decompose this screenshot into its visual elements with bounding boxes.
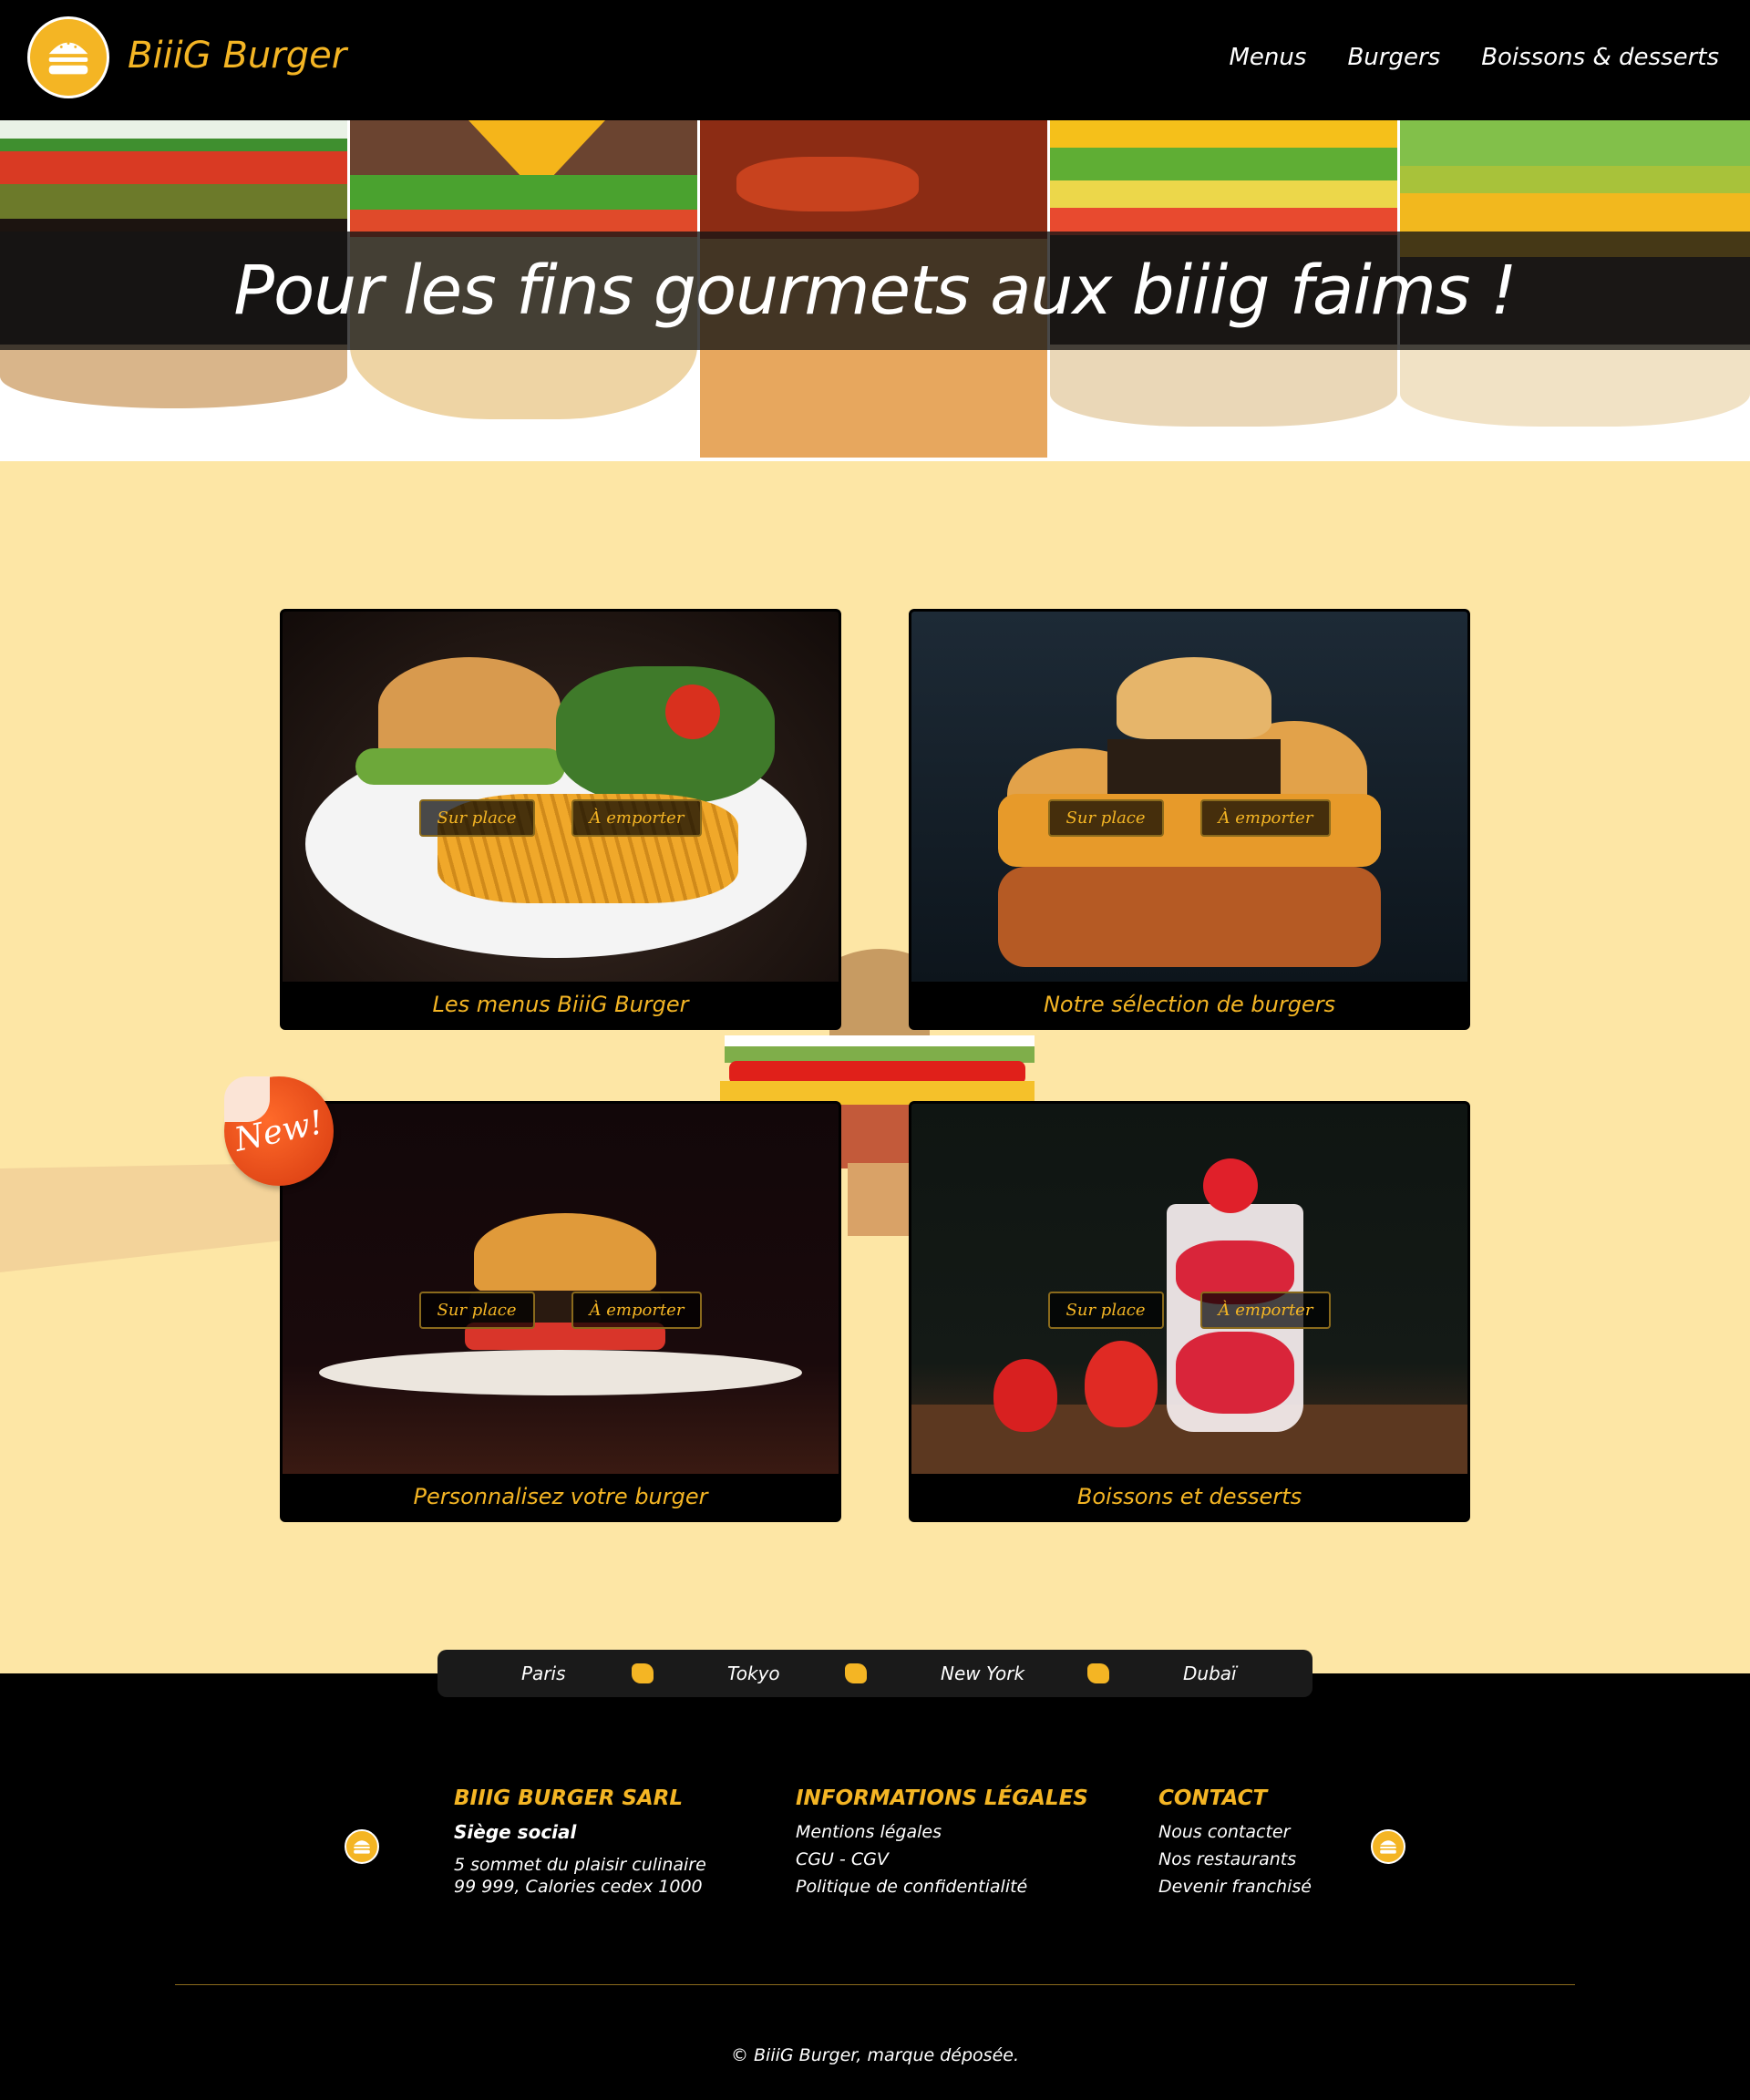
city-paris[interactable]: Paris <box>521 1662 566 1684</box>
desserts-a-emporter-button[interactable]: À emporter <box>1199 1292 1332 1329</box>
desserts-sur-place-button[interactable]: Sur place <box>1047 1292 1164 1329</box>
custom-actions: Sur place À emporter <box>283 1292 839 1329</box>
custom-burger-photo: Sur place À emporter <box>283 1104 839 1474</box>
link-devenir-franchise[interactable]: Devenir franchisé <box>1158 1876 1312 1898</box>
brand-name[interactable]: BiiiG Burger <box>128 35 346 77</box>
city-new-york[interactable]: New York <box>941 1662 1024 1684</box>
nav-burgers[interactable]: Burgers <box>1347 44 1440 71</box>
separator-icon <box>632 1663 654 1683</box>
footer-logo-left-icon <box>345 1829 379 1864</box>
footer-company: BIIIG BURGER SARL Siège social 5 sommet … <box>454 1786 706 1898</box>
hero-tagline-band: Pour les fins gourmets aux biiig faims ! <box>0 232 1750 350</box>
link-confidentialite[interactable]: Politique de confidentialité <box>796 1876 1088 1898</box>
background-swoosh <box>0 1163 292 1272</box>
company-title: BIIIG BURGER SARL <box>454 1786 684 1810</box>
custom-a-emporter-button[interactable]: À emporter <box>571 1292 703 1329</box>
contact-title: CONTACT <box>1158 1786 1268 1810</box>
burgers-actions: Sur place À emporter <box>911 799 1467 837</box>
copyright: © BiiiG Burger, marque déposée. <box>730 2045 1019 2065</box>
menus-actions: Sur place À emporter <box>283 799 839 837</box>
card-caption[interactable]: Personnalisez votre burger <box>283 1474 839 1519</box>
card-caption[interactable]: Boissons et desserts <box>911 1474 1467 1519</box>
link-mentions-legales[interactable]: Mentions légales <box>796 1821 1088 1843</box>
footer: BIIIG BURGER SARL Siège social 5 sommet … <box>0 1673 1750 2100</box>
card-personnalisez[interactable]: Sur place À emporter Personnalisez votre… <box>280 1101 841 1522</box>
address-line-2: 99 999, Calories cedex 1000 <box>454 1877 703 1897</box>
hero-banner-image: Pour les fins gourmets aux biiig faims ! <box>0 120 1750 461</box>
footer-logo-right-icon <box>1371 1829 1405 1864</box>
burgers-sur-place-button[interactable]: Sur place <box>1047 799 1164 837</box>
card-menus[interactable]: Sur place À emporter Les menus BiiiG Bur… <box>280 609 841 1030</box>
cities-bar: Paris Tokyo New York Dubaï <box>438 1650 1312 1697</box>
nav-boissons-desserts[interactable]: Boissons & desserts <box>1481 44 1719 71</box>
separator-icon <box>845 1663 867 1683</box>
new-badge: New! <box>224 1076 334 1186</box>
address-line-1: 5 sommet du plaisir culinaire <box>454 1855 706 1875</box>
footer-divider <box>175 1984 1575 1985</box>
footer-legal: INFORMATIONS LÉGALES Mentions légales CG… <box>796 1786 1088 1903</box>
legal-title: INFORMATIONS LÉGALES <box>796 1786 1088 1810</box>
burgers-photo: Sur place À emporter <box>911 612 1467 982</box>
main-nav: Menus Burgers Boissons & desserts <box>1230 44 1720 71</box>
card-caption[interactable]: Notre sélection de burgers <box>911 982 1467 1027</box>
separator-icon <box>1087 1663 1109 1683</box>
link-nos-restaurants[interactable]: Nos restaurants <box>1158 1848 1312 1870</box>
link-nous-contacter[interactable]: Nous contacter <box>1158 1821 1312 1843</box>
menus-a-emporter-button[interactable]: À emporter <box>571 799 703 837</box>
card-burgers[interactable]: Sur place À emporter Notre sélection de … <box>909 609 1470 1030</box>
hero-tagline: Pour les fins gourmets aux biiig faims ! <box>233 252 1517 330</box>
logo-icon[interactable] <box>27 16 109 98</box>
desserts-photo: Sur place À emporter <box>911 1104 1467 1474</box>
city-dubai[interactable]: Dubaï <box>1183 1662 1237 1684</box>
card-caption[interactable]: Les menus BiiiG Burger <box>283 982 839 1027</box>
custom-sur-place-button[interactable]: Sur place <box>418 1292 535 1329</box>
menus-photo: Sur place À emporter <box>283 612 839 982</box>
nav-menus[interactable]: Menus <box>1230 44 1307 71</box>
company-subtitle: Siège social <box>454 1821 577 1843</box>
menus-sur-place-button[interactable]: Sur place <box>418 799 535 837</box>
header: BiiiG Burger Menus Burgers Boissons & de… <box>0 0 1750 120</box>
burgers-a-emporter-button[interactable]: À emporter <box>1199 799 1332 837</box>
card-boissons-desserts[interactable]: Sur place À emporter Boissons et dessert… <box>909 1101 1470 1522</box>
main-section: Sur place À emporter Les menus BiiiG Bur… <box>0 461 1750 1673</box>
city-tokyo[interactable]: Tokyo <box>727 1662 780 1684</box>
footer-contact: CONTACT Nous contacter Nos restaurants D… <box>1158 1786 1312 1903</box>
link-cgu-cgv[interactable]: CGU - CGV <box>796 1848 1088 1870</box>
desserts-actions: Sur place À emporter <box>911 1292 1467 1329</box>
